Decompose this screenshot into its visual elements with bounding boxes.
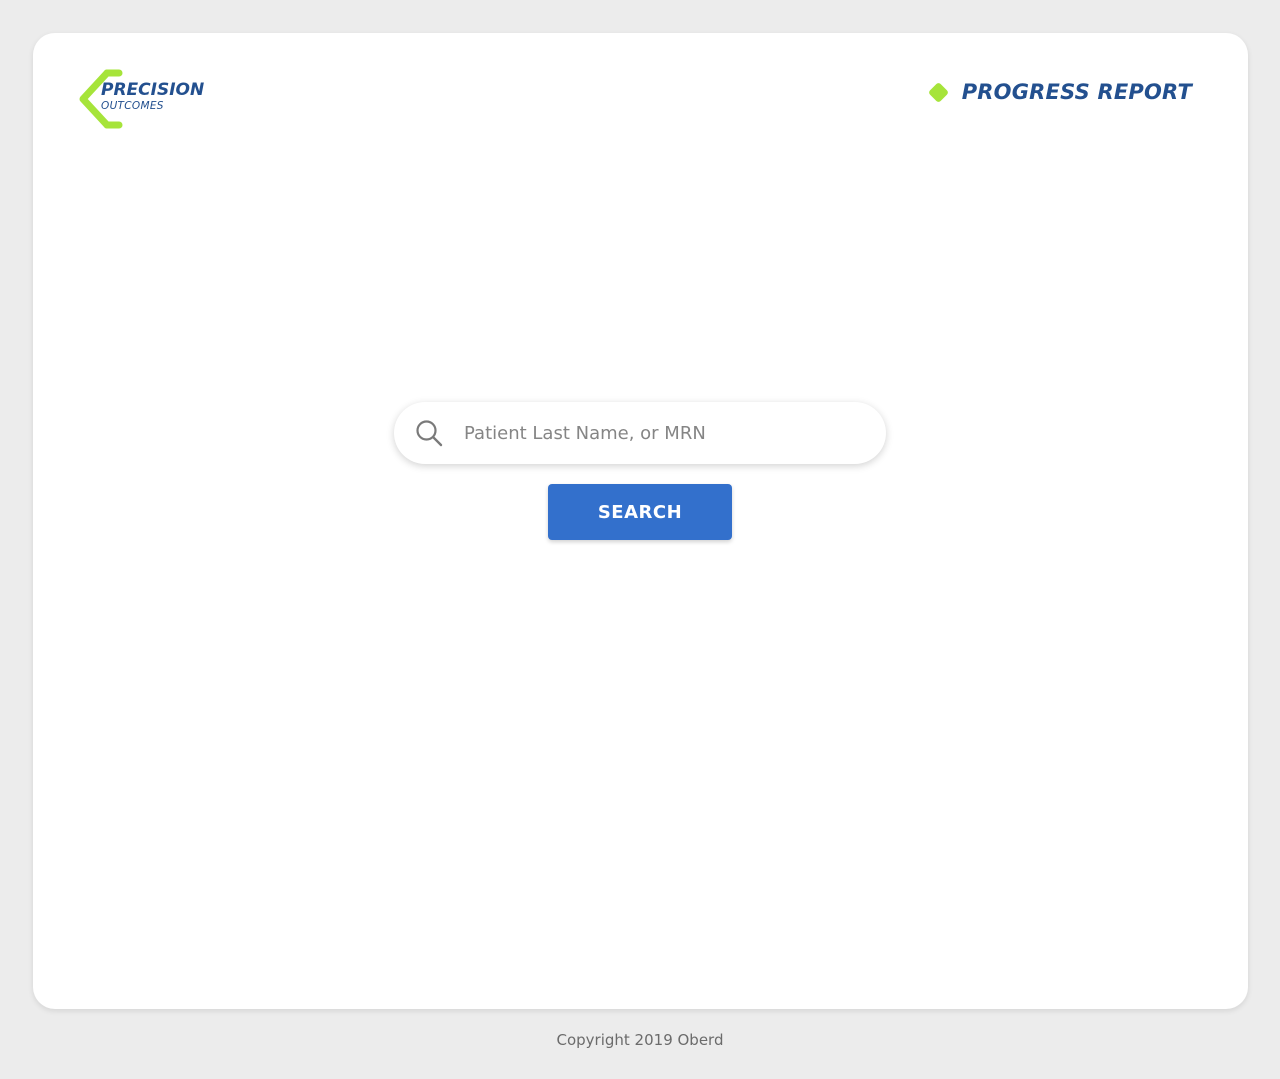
copyright-footer: Copyright 2019 Oberd (556, 1031, 724, 1049)
patient-search-input[interactable] (464, 412, 864, 454)
logo-text-secondary: OUTCOMES (101, 100, 164, 112)
search-icon (416, 420, 443, 447)
search-bar (394, 402, 886, 464)
logo-text-primary: PRECISION (101, 80, 205, 100)
page-title-text: PROGRESS REPORT (961, 80, 1192, 104)
green-diamond-icon (927, 81, 949, 103)
page-title: PROGRESS REPORT (927, 80, 1192, 104)
main-card: PRECISION OUTCOMES PROGRESS REPORT SEARC… (33, 33, 1248, 1009)
precision-outcomes-logo: PRECISION OUTCOMES (77, 67, 217, 131)
search-button[interactable]: SEARCH (548, 484, 732, 540)
